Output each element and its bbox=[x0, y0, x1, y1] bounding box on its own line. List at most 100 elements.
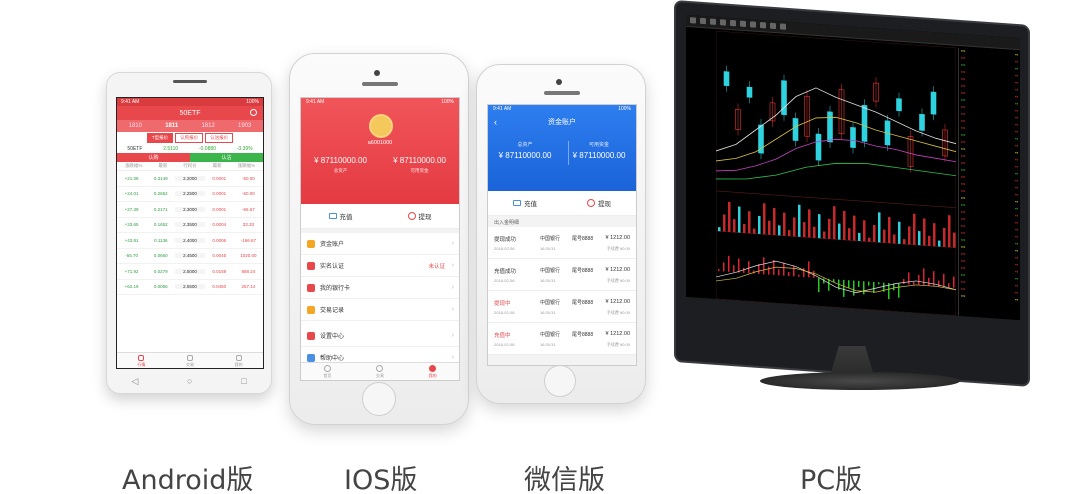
volume-bar bbox=[943, 227, 946, 247]
macd-bar bbox=[868, 281, 870, 286]
avatar[interactable] bbox=[369, 114, 393, 138]
glyph: ▪▪ bbox=[1015, 296, 1018, 303]
toolbar-icon[interactable] bbox=[690, 17, 696, 24]
tab-t-quote[interactable]: T型报价 bbox=[146, 133, 174, 143]
home-key-icon[interactable]: ○ bbox=[187, 376, 192, 387]
table-cell: 0.0004 bbox=[212, 222, 227, 228]
transaction-fee: 手续费 ¥0.00 bbox=[606, 246, 630, 251]
wechat-device: 9:41 AM 100% ‹ 资金账户 总资产 ¥ 87110000.00 可用… bbox=[476, 64, 646, 404]
toolbar-icon[interactable] bbox=[770, 22, 776, 30]
menu-item[interactable]: 交易记录 › bbox=[301, 299, 459, 321]
table-cell: -50.00 bbox=[242, 175, 255, 181]
toolbar-icon[interactable] bbox=[720, 19, 726, 26]
toolbar-icon[interactable] bbox=[740, 20, 746, 28]
menu-item[interactable]: 实名认证 未认证 › bbox=[301, 255, 459, 277]
recharge-button[interactable]: 充值 bbox=[301, 204, 380, 228]
chevron-right-icon: › bbox=[451, 332, 454, 339]
withdraw-button[interactable]: 提现 bbox=[562, 191, 636, 215]
menu-item[interactable]: 资金账户 › bbox=[301, 233, 459, 255]
table-row[interactable]: +27.39 0.2171 2.3000 0.0001 -66.67 bbox=[117, 202, 263, 218]
table-row[interactable]: +43.81 0.1136 2.4000 0.0006 -166.67 bbox=[117, 233, 263, 249]
menu-item[interactable]: 我的银行卡 › bbox=[301, 277, 459, 299]
macd-bar bbox=[858, 280, 860, 287]
volume-bar bbox=[833, 206, 836, 240]
volume-bar bbox=[848, 228, 851, 241]
home-button[interactable] bbox=[544, 365, 576, 397]
transaction-row[interactable]: 提现成功 2018-02-08 中国银行 尾号8888 16:30:31 ¥ 1212.0… bbox=[488, 227, 636, 259]
tab-put-quote[interactable]: 认沽报价 bbox=[205, 133, 234, 143]
tab-trade[interactable]: 交易 bbox=[376, 363, 384, 380]
recent-key-icon[interactable]: □ bbox=[241, 376, 246, 387]
transaction-fee: 手续费 ¥0.00 bbox=[606, 278, 630, 283]
section-title: 出入金明细 bbox=[488, 216, 636, 227]
tab-month[interactable]: 1812 bbox=[201, 123, 214, 129]
tab-trade[interactable]: 交易 bbox=[186, 353, 194, 368]
transaction-row[interactable]: 提现中 2018-02-08 中国银行 尾号8888 16:30:31 ¥ 1212.00… bbox=[488, 291, 636, 323]
transaction-row[interactable]: 充值中 2018-02-08 中国银行 尾号8888 16:30:31 ¥ 1212.00… bbox=[488, 323, 636, 355]
back-key-icon[interactable]: ◁ bbox=[131, 376, 138, 387]
table-row[interactable]: -55.70 0.0660 2.4500 0.0045 1020.00 bbox=[117, 249, 263, 264]
volume-bar bbox=[788, 229, 791, 237]
transaction-time: 16:30:31 bbox=[540, 278, 556, 283]
macd-bar bbox=[908, 272, 910, 285]
tab-month-active[interactable]: 1811 bbox=[165, 123, 178, 129]
available-funds-value: ¥ 87110000.00 bbox=[393, 156, 446, 165]
transaction-amount: ¥ 1212.00 bbox=[605, 235, 630, 241]
toolbar-icon[interactable] bbox=[760, 22, 766, 29]
volume-bar bbox=[718, 227, 721, 232]
chevron-right-icon: › bbox=[451, 354, 454, 361]
user-icon bbox=[235, 355, 242, 361]
call-put-header: 认购 认沽 bbox=[117, 153, 263, 162]
tab-mine[interactable]: 我的 bbox=[235, 353, 243, 368]
tab-call-quote[interactable]: 认购报价 bbox=[175, 133, 204, 143]
withdraw-button[interactable]: 提现 bbox=[380, 204, 459, 228]
bottom-tab-bar: 首页 交易 我的 bbox=[301, 362, 459, 380]
home-button[interactable] bbox=[362, 382, 396, 416]
column-header: 行权价 bbox=[183, 163, 197, 168]
tab-home[interactable]: 首页 bbox=[323, 363, 331, 380]
search-icon[interactable] bbox=[250, 109, 257, 116]
chart-icon bbox=[138, 355, 145, 361]
back-icon[interactable]: ‹ bbox=[494, 117, 497, 127]
quote-pct: -3.39% bbox=[236, 145, 253, 152]
menu-icon bbox=[307, 305, 315, 314]
tab-market[interactable]: 行情 bbox=[137, 353, 145, 368]
menu-item[interactable]: 设置中心 › bbox=[301, 325, 459, 347]
table-row[interactable]: +24.01 0.2652 2.2500 0.0001 -50.00 bbox=[117, 187, 263, 202]
macd-bar bbox=[728, 255, 730, 272]
table-row[interactable]: +62.19 0.0056 2.5500 0.0450 257.14 bbox=[117, 280, 263, 295]
action-bar: 充值 提现 bbox=[488, 191, 636, 216]
page-title: 50ETF bbox=[179, 109, 201, 117]
toolbar-icon[interactable] bbox=[750, 21, 756, 28]
transaction-amount: ¥ 1212.00 bbox=[605, 331, 630, 337]
candlestick-chart[interactable] bbox=[716, 30, 956, 316]
recharge-button[interactable]: 充值 bbox=[488, 191, 562, 215]
toolbar-icon[interactable] bbox=[780, 23, 786, 30]
tab-mine[interactable]: 我的 bbox=[429, 363, 437, 380]
volume-bar bbox=[953, 232, 956, 248]
table-cell: +33.65 bbox=[124, 222, 139, 228]
toolbar-icon[interactable] bbox=[710, 18, 716, 25]
toolbar-icon[interactable] bbox=[700, 17, 706, 25]
table-row[interactable]: +71.92 0.0279 2.5000 0.0159 888.24 bbox=[117, 264, 263, 280]
macd-bar bbox=[853, 280, 855, 296]
app-header: 50ETF bbox=[117, 106, 263, 120]
table-row[interactable]: +33.65 0.1652 2.3500 0.0004 33.33 bbox=[117, 218, 263, 233]
tab-month[interactable]: 1903 bbox=[238, 123, 251, 129]
transaction-row[interactable]: 充值成功 2018-02-08 中国银行 尾号8888 16:30:31 ¥ 1212.0… bbox=[488, 259, 636, 291]
volume-bar bbox=[838, 223, 841, 240]
table-cell: 0.0279 bbox=[153, 268, 168, 274]
wechat-version-label: 微信版 bbox=[524, 465, 605, 494]
transaction-status: 提现成功 bbox=[494, 237, 517, 243]
macd-bar bbox=[913, 281, 915, 285]
recharge-label: 充值 bbox=[339, 214, 353, 221]
macd-bar bbox=[763, 257, 765, 275]
available-funds-label: 可用资金 bbox=[410, 168, 429, 173]
transaction-card: 尾号8888 bbox=[572, 236, 594, 242]
tab-month[interactable]: 1810 bbox=[129, 123, 142, 129]
table-row[interactable]: +21.08 0.3149 2.2000 0.0001 -50.00 bbox=[117, 171, 263, 187]
macd-bar bbox=[898, 283, 900, 298]
table-cell: +62.19 bbox=[124, 284, 139, 290]
toolbar-icon[interactable] bbox=[730, 19, 736, 27]
camera bbox=[374, 70, 380, 76]
